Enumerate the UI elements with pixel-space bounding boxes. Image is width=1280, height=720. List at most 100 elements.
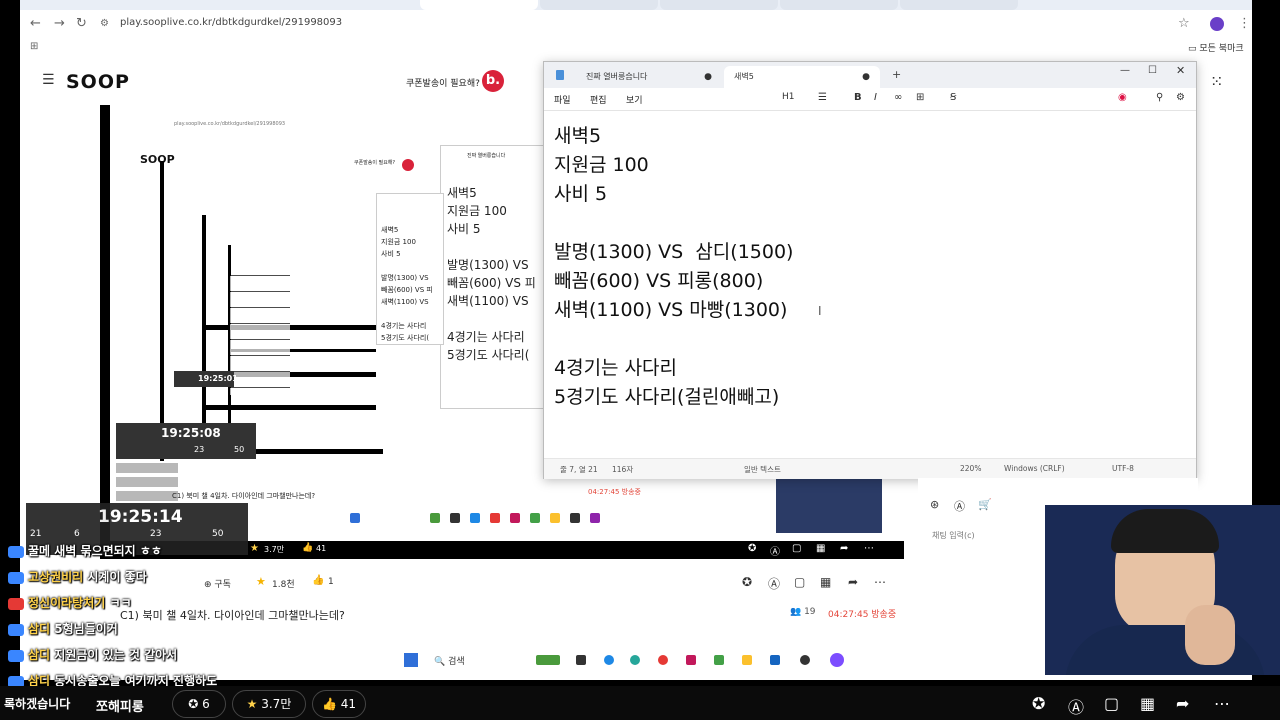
chat-nick: 고상권비리: [28, 570, 84, 584]
notepad-tab-1[interactable]: 진짜 열버릉습니다 ●: [552, 66, 722, 88]
coupon-prompt[interactable]: 쿠폰발송이 필요해?: [406, 76, 480, 89]
cart-icon[interactable]: 🛒: [978, 498, 992, 511]
app-icon[interactable]: [536, 655, 560, 665]
ad-icon[interactable]: Ⓐ: [770, 543, 780, 558]
clear-format-icon[interactable]: Ꞩ: [950, 92, 956, 103]
chrome-icon[interactable]: [658, 655, 668, 665]
all-bookmarks-folder[interactable]: ▭ 모든 북마크: [1188, 41, 1244, 54]
bold-icon[interactable]: B: [854, 92, 862, 103]
star-icon[interactable]: ★: [256, 575, 266, 588]
edge-icon[interactable]: [604, 655, 614, 665]
ad-balloon-icon[interactable]: Ⓐ: [954, 498, 965, 514]
app-icon[interactable]: [576, 655, 586, 665]
text-line: 새벽5: [554, 125, 602, 147]
bookmark-star-icon[interactable]: ☆: [1178, 16, 1190, 31]
ad-icon[interactable]: Ⓐ: [1068, 694, 1084, 718]
thumbs-up-icon[interactable]: 👍: [302, 543, 313, 553]
windows-icon: [350, 513, 360, 523]
apps-grid-icon[interactable]: ⊞: [30, 41, 38, 52]
more-icon[interactable]: ⋯: [874, 575, 886, 589]
chat-input-placeholder[interactable]: 채팅 입력(c): [932, 530, 975, 541]
star-icon[interactable]: ★: [250, 543, 259, 554]
tab-dot-icon[interactable]: ●: [704, 66, 712, 88]
sticker-icon[interactable]: ▢: [792, 543, 801, 554]
maximize-icon[interactable]: ☐: [1148, 65, 1157, 76]
settings-icon[interactable]: ⚙: [1176, 92, 1185, 103]
heading-dropdown[interactable]: H1: [782, 92, 795, 102]
share-icon[interactable]: ➦: [1176, 694, 1189, 713]
profile-avatar[interactable]: [1210, 17, 1224, 31]
account-icon[interactable]: ⚲: [1156, 92, 1163, 103]
more-icon[interactable]: ⋯: [1214, 694, 1230, 713]
subscribe-button[interactable]: ⊕ 구독: [204, 577, 231, 590]
notepad-tab-2[interactable]: 새벽5 ●: [724, 66, 880, 88]
back-icon[interactable]: ←: [30, 16, 41, 31]
app-icon[interactable]: [800, 655, 810, 665]
folder-icon[interactable]: [742, 655, 752, 665]
app-icon[interactable]: [630, 655, 640, 665]
nested-line: 발명(1300) VS: [447, 258, 529, 272]
table-icon[interactable]: ⊞: [916, 92, 924, 103]
b-badge-icon[interactable]: b.: [482, 70, 504, 92]
calendar-icon[interactable]: ▦: [816, 543, 825, 554]
tab-dot-icon[interactable]: ●: [862, 66, 870, 88]
ad-icon[interactable]: Ⓐ: [768, 575, 780, 592]
link-icon[interactable]: ∞: [894, 92, 902, 103]
app-icon[interactable]: [770, 655, 780, 665]
chat-badge-icon: [8, 545, 24, 558]
like-pill[interactable]: 👍 41: [312, 690, 366, 718]
menu-file[interactable]: 파일: [554, 93, 571, 106]
favorite-pill[interactable]: ★ 3.7만: [232, 690, 306, 718]
share-icon[interactable]: ➦: [848, 575, 858, 589]
share-icon[interactable]: ➦: [840, 543, 848, 554]
site-info-icon[interactable]: ⚙: [100, 18, 109, 29]
app-icon[interactable]: [686, 655, 696, 665]
like-count: 41: [340, 697, 357, 711]
text-line: 발명(1300) VS 삼디(1500): [554, 241, 794, 263]
badge-icon[interactable]: ✪: [1032, 694, 1045, 713]
nested-line: 사비 5: [447, 222, 481, 236]
notepad-tab-2-label: 새벽5: [734, 72, 754, 81]
discord-icon[interactable]: [830, 653, 844, 667]
forward-icon[interactable]: →: [54, 16, 65, 31]
menu-view[interactable]: 보기: [626, 93, 643, 106]
emoji-icon[interactable]: ⊛: [930, 498, 939, 511]
sticker-icon[interactable]: ▢: [1104, 694, 1119, 713]
notepad-text-area[interactable]: 새벽5 지원금 100 사비 5 발명(1300) VS 삼디(1500) 빼꼼…: [554, 122, 793, 412]
minimize-icon[interactable]: —: [1120, 65, 1130, 76]
new-tab-icon[interactable]: +: [892, 68, 901, 81]
overlay-chat-line: 삼디 지원금이 있는 것 같아서: [8, 646, 177, 666]
calendar-icon[interactable]: ▦: [1140, 694, 1155, 713]
apps-dots-icon[interactable]: ⁙: [1210, 72, 1223, 91]
subscribe-pill[interactable]: ✪ 6: [172, 690, 226, 718]
reload-icon[interactable]: ↻: [76, 16, 87, 31]
browser-tab[interactable]: [660, 0, 778, 10]
browser-tab[interactable]: [900, 0, 1018, 10]
badge-icon[interactable]: ✪: [748, 543, 756, 554]
close-icon[interactable]: ✕: [1176, 64, 1185, 77]
copilot-icon[interactable]: ◉: [1118, 92, 1127, 103]
italic-icon[interactable]: I: [874, 92, 877, 103]
calendar-icon[interactable]: ▦: [820, 575, 831, 589]
more-icon[interactable]: ⋯: [864, 543, 874, 554]
soop-logo[interactable]: SOOP: [66, 71, 130, 93]
stream-title: C1) 북미 챌 4일차. 다이아인데 그마챌만나는데?: [120, 609, 345, 622]
badge-icon[interactable]: ✪: [742, 575, 752, 589]
browser-tab[interactable]: [540, 0, 658, 10]
menu-edit[interactable]: 편집: [590, 93, 607, 106]
nested-count: 23: [194, 445, 205, 454]
taskbar-search[interactable]: 🔍 검색: [434, 654, 465, 667]
thumbs-up-icon[interactable]: 👍: [312, 575, 324, 586]
sticker-icon[interactable]: ▢: [794, 575, 805, 589]
app-icon[interactable]: [714, 655, 724, 665]
browser-tab[interactable]: [780, 0, 898, 10]
browser-tab-active[interactable]: [420, 0, 538, 10]
subscribe-label: 구독: [214, 580, 231, 590]
list-icon[interactable]: ☰: [818, 92, 827, 103]
hamburger-menu-icon[interactable]: ☰: [42, 72, 55, 88]
url-text[interactable]: play.sooplive.co.kr/dbtkdgurdkel/2919980…: [120, 17, 342, 28]
fav-count: 1.8천: [272, 580, 295, 590]
windows-start-icon[interactable]: [404, 653, 418, 667]
channel-name[interactable]: 쪼해피롱: [96, 696, 144, 715]
kebab-menu-icon[interactable]: ⋮: [1238, 16, 1251, 31]
